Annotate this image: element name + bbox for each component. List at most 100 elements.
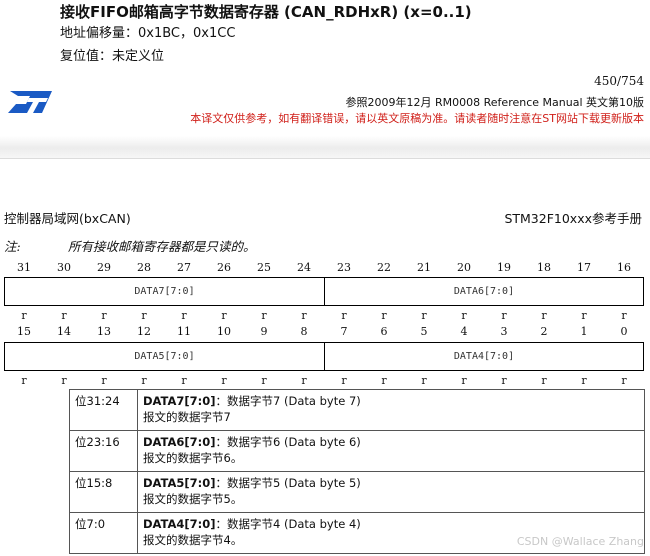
field-data6: DATA6[7:0] (453, 286, 515, 297)
bit-number: 9 (260, 325, 268, 338)
bit-number: 5 (420, 325, 428, 338)
table-row: 位23:16 DATA6[7:0]：数据字节6 (Data byte 6) 报文… (69, 430, 645, 472)
bit-number: 31 (17, 261, 31, 274)
reset-value: 复位值：未定义位 (60, 49, 165, 64)
bit-number: 20 (457, 261, 471, 274)
bit-number: 18 (537, 261, 551, 274)
field-data7: DATA7[7:0] (5, 278, 325, 305)
bit-range: 位15:8 (69, 471, 138, 513)
lower-access-row: r r r r r r r r r r r r r r r r (4, 374, 644, 388)
bit-number: 1 (580, 325, 588, 338)
translation-disclaimer: 本译文仅供参考，如有翻译错误，请以英文原稿为准。请读者随时注意在ST网站下载更新… (190, 112, 644, 125)
register-lower-half: DATA5[7:0] DATA4[7:0] (4, 342, 644, 371)
field-data4: DATA4[7:0] (453, 351, 515, 362)
access-type: r (581, 374, 587, 387)
access-type: r (181, 309, 187, 322)
access-type: r (221, 309, 227, 322)
field-name: DATA6[7:0] (143, 435, 216, 449)
bit-range: 位23:16 (69, 430, 138, 472)
access-type: r (341, 374, 347, 387)
bit-number: 25 (257, 261, 271, 274)
bit-description: DATA7[7:0]：数据字节7 (Data byte 7) 报文的数据字节7 (137, 389, 645, 431)
upper-access-row: r r r r r r r r r r r r r r r r (4, 309, 644, 323)
st-logo-icon (8, 91, 52, 113)
field-summary: 数据字节7 (Data byte 7) (227, 394, 361, 408)
field-separator: ： (215, 476, 228, 490)
access-type: r (101, 309, 107, 322)
bit-number: 14 (57, 325, 71, 338)
access-type: r (141, 309, 147, 322)
access-type: r (621, 309, 627, 322)
field-separator: ： (215, 517, 228, 531)
access-type: r (421, 374, 427, 387)
access-type: r (341, 309, 347, 322)
bit-description: DATA6[7:0]：数据字节6 (Data byte 6) 报文的数据字节6。 (137, 430, 645, 472)
field-name: DATA4[7:0] (143, 517, 216, 531)
bit-number: 16 (617, 261, 631, 274)
bit-number: 0 (620, 325, 628, 338)
bit-number: 13 (97, 325, 111, 338)
field-detail: 报文的数据字节5。 (143, 492, 243, 506)
field-separator: ： (215, 435, 228, 449)
bit-number: 19 (497, 261, 511, 274)
bit-range: 位31:24 (69, 389, 138, 431)
register-title: 接收FIFO邮箱高字节数据寄存器 (CAN_RDHxR) (x=0..1) (60, 3, 472, 21)
bit-description: DATA5[7:0]：数据字节5 (Data byte 5) 报文的数据字节5。 (137, 471, 645, 513)
access-type: r (421, 309, 427, 322)
access-type: r (381, 309, 387, 322)
access-type: r (541, 309, 547, 322)
bit-number: 12 (137, 325, 151, 338)
access-type: r (141, 374, 147, 387)
field-detail: 报文的数据字节7 (143, 410, 231, 424)
field-name: DATA7[7:0] (143, 394, 216, 408)
bit-number: 30 (57, 261, 71, 274)
access-type: r (501, 374, 507, 387)
watermark: CSDN @Wallace Zhang (516, 535, 644, 548)
address-offset: 地址偏移量：0x1BC，0x1CC (60, 26, 236, 41)
page-number: 450/754 (594, 74, 644, 88)
bit-number: 23 (337, 261, 351, 274)
access-type: r (61, 374, 67, 387)
bit-number: 6 (380, 325, 388, 338)
access-type: r (21, 374, 27, 387)
access-type: r (21, 309, 27, 322)
bit-description-table: 位31:24 DATA7[7:0]：数据字节7 (Data byte 7) 报文… (69, 389, 645, 554)
access-type: r (541, 374, 547, 387)
field-summary: 数据字节5 (Data byte 5) (227, 476, 361, 490)
access-type: r (461, 309, 467, 322)
bit-number: 3 (500, 325, 508, 338)
note-label: 注: (4, 239, 21, 254)
bit-number: 28 (137, 261, 151, 274)
field-summary: 数据字节6 (Data byte 6) (227, 435, 361, 449)
bit-number: 24 (297, 261, 311, 274)
bit-number: 8 (300, 325, 308, 338)
field-separator: ： (215, 394, 228, 408)
table-row: 位15:8 DATA5[7:0]：数据字节5 (Data byte 5) 报文的… (69, 471, 645, 513)
upper-bit-numbers: 31 30 29 28 27 26 25 24 23 22 21 20 19 1… (4, 261, 644, 275)
bit-number: 22 (377, 261, 391, 274)
access-type: r (301, 374, 307, 387)
manual-title: STM32F10xxx参考手册 (504, 211, 642, 226)
access-type: r (581, 309, 587, 322)
access-type: r (261, 374, 267, 387)
field-name: DATA5[7:0] (143, 476, 216, 490)
note-text: 所有接收邮箱寄存器都是只读的。 (68, 239, 256, 254)
page-separator (0, 136, 650, 159)
access-type: r (61, 309, 67, 322)
access-type: r (301, 309, 307, 322)
access-type: r (261, 309, 267, 322)
bit-number: 17 (577, 261, 591, 274)
bit-number: 4 (460, 325, 468, 338)
lower-bit-numbers: 15 14 13 12 11 10 9 8 7 6 5 4 3 2 1 0 (4, 325, 644, 339)
field-summary: 数据字节4 (Data byte 4) (227, 517, 361, 531)
access-type: r (181, 374, 187, 387)
bit-number: 27 (177, 261, 191, 274)
bit-number: 2 (540, 325, 548, 338)
bit-number: 10 (217, 325, 231, 338)
access-type: r (461, 374, 467, 387)
access-type: r (221, 374, 227, 387)
bit-number: 26 (217, 261, 231, 274)
bit-number: 15 (17, 325, 31, 338)
bit-number: 29 (97, 261, 111, 274)
table-row: 位31:24 DATA7[7:0]：数据字节7 (Data byte 7) 报文… (69, 389, 645, 431)
